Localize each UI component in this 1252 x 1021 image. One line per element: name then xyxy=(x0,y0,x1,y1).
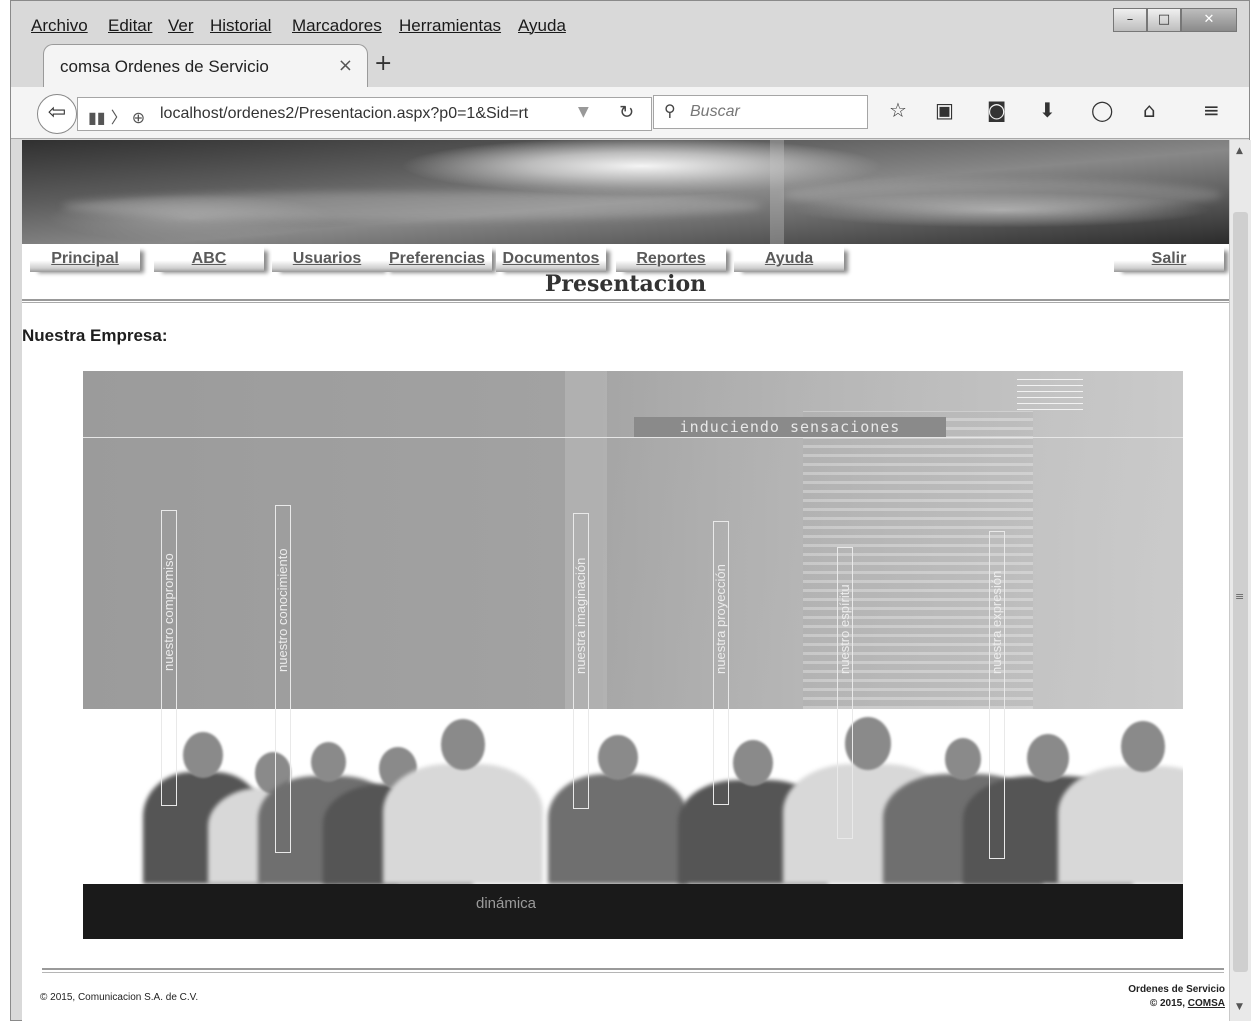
menu-ayuda[interactable]: Ayuda xyxy=(518,16,566,36)
team-photo xyxy=(83,709,1183,884)
vertical-label-espiritu: nuestro espíritu xyxy=(837,547,853,839)
nav-documentos-label: Documentos xyxy=(502,250,600,267)
person-head xyxy=(440,718,486,770)
person-head xyxy=(598,735,638,780)
library-icon[interactable]: ▮▮ 〉 ⊕ xyxy=(88,104,145,128)
browser-window: Archivo Editar Ver Historial Marcadores … xyxy=(10,0,1251,1021)
reading-list-icon[interactable]: ▣ xyxy=(935,98,954,122)
vertical-label-conocimiento: nuestro conocimiento xyxy=(275,505,291,853)
back-icon[interactable]: ⇦ xyxy=(37,94,77,134)
minimize-button[interactable]: – xyxy=(1113,8,1147,32)
menu-bar: Archivo Editar Ver Historial Marcadores … xyxy=(11,7,1249,39)
nav-salir[interactable]: Salir xyxy=(1114,246,1224,272)
chat-icon[interactable]: ◯ xyxy=(1091,98,1113,122)
reload-icon[interactable]: ↻ xyxy=(619,102,634,123)
presentation-collage: induciendo sensaciones nuestro compromis… xyxy=(83,371,1183,939)
nav-documentos[interactable]: Documentos xyxy=(496,246,606,272)
footer-app-name: Ordenes de Servicio xyxy=(1128,984,1225,995)
close-window-button[interactable]: ✕ xyxy=(1181,8,1237,32)
menu-marcadores[interactable]: Marcadores xyxy=(292,16,382,36)
vertical-label-compromiso: nuestro compromiso xyxy=(161,510,177,806)
address-bar[interactable]: ▮▮ 〉 ⊕ localhost/ordenes2/Presentacion.a… xyxy=(77,97,652,131)
pocket-icon[interactable]: ◙ xyxy=(987,98,1006,122)
hurricane-banner-image xyxy=(22,140,1229,244)
decorative-lines-icon xyxy=(1017,379,1083,413)
comsa-link[interactable]: COMSA xyxy=(1188,998,1225,1009)
person-body xyxy=(383,764,543,884)
dinamica-label: dinámica xyxy=(476,895,537,912)
nav-principal[interactable]: Principal xyxy=(30,246,140,272)
label-espiritu: nuestro espíritu xyxy=(837,584,852,674)
close-tab-icon[interactable]: × xyxy=(338,55,353,76)
person-body xyxy=(548,774,688,884)
search-icon: ⚲ xyxy=(664,101,676,120)
hamburger-menu-icon[interactable]: ≡ xyxy=(1203,98,1220,122)
nav-ayuda-label: Ayuda xyxy=(764,250,814,267)
vertical-label-expresion: nuestra expresión xyxy=(989,531,1005,859)
search-input[interactable]: ⚲ Buscar xyxy=(653,95,868,129)
nav-reportes-label: Reportes xyxy=(636,250,706,267)
footer-copyright-prefix: © 2015, xyxy=(1149,998,1188,1009)
collage-horizontal-line xyxy=(83,437,1183,438)
label-conocimiento: nuestro conocimiento xyxy=(275,548,290,672)
page-scrollbar[interactable]: ▲ ≡ ▼ xyxy=(1229,140,1251,1021)
label-compromiso: nuestro compromiso xyxy=(161,553,176,671)
page-viewport: Principal ABC Usuarios Preferencias Docu… xyxy=(22,140,1229,1021)
nav-abc-label: ABC xyxy=(191,250,227,267)
vertical-label-imaginacion: nuestra imaginación xyxy=(573,513,589,809)
title-divider xyxy=(22,299,1229,303)
menu-historial[interactable]: Historial xyxy=(210,16,271,36)
banner-stripe xyxy=(770,140,784,244)
label-proyeccion: nuestra proyección xyxy=(713,564,728,674)
nav-preferencias[interactable]: Preferencias xyxy=(382,246,492,272)
search-placeholder: Buscar xyxy=(690,103,740,120)
menu-editar[interactable]: Editar xyxy=(108,16,152,36)
tab-title: comsa Ordenes de Servicio xyxy=(60,57,269,76)
footer-copyright-line: © 2015, COMSA xyxy=(1128,997,1225,1011)
nav-salir-label: Salir xyxy=(1151,250,1187,267)
banner-cloud xyxy=(782,180,1222,210)
download-icon[interactable]: ⬇ xyxy=(1039,98,1056,122)
footer-divider xyxy=(42,968,1224,973)
collage-bottom-bar: dinámica xyxy=(83,884,1183,939)
url-dropdown-icon[interactable]: ▼ xyxy=(578,104,589,120)
banner-cloud xyxy=(62,192,762,220)
menu-archivo[interactable]: Archivo xyxy=(31,16,88,36)
scrollbar-grip-icon: ≡ xyxy=(1235,590,1245,603)
person-head xyxy=(1120,720,1166,772)
person-body xyxy=(1058,766,1183,884)
bookmark-star-icon[interactable]: ☆ xyxy=(889,98,907,122)
vertical-label-proyeccion: nuestra proyección xyxy=(713,521,729,805)
label-expresion: nuestra expresión xyxy=(989,570,1004,674)
page-title: Presentacion xyxy=(544,271,707,297)
footer-copyright: © 2015, Comunicacion S.A. de C.V. xyxy=(40,992,199,1003)
person-figure xyxy=(1058,709,1183,884)
footer-credits: Ordenes de Servicio © 2015, COMSA xyxy=(1128,983,1225,1011)
tagline: induciendo sensaciones xyxy=(634,417,946,437)
nav-principal-label: Principal xyxy=(51,250,119,267)
menu-herramientas[interactable]: Herramientas xyxy=(399,16,501,36)
scroll-up-icon[interactable]: ▲ xyxy=(1236,146,1243,156)
home-icon[interactable]: ⌂ xyxy=(1143,98,1156,122)
maximize-button[interactable]: □ xyxy=(1147,8,1181,32)
person-figure xyxy=(383,709,543,884)
nav-abc[interactable]: ABC xyxy=(154,246,264,272)
browser-tab[interactable]: comsa Ordenes de Servicio × xyxy=(43,44,368,88)
section-heading: Nuestra Empresa: xyxy=(22,326,168,345)
window-controls: – □ ✕ xyxy=(1113,8,1237,32)
nav-preferencias-label: Preferencias xyxy=(388,250,486,267)
nav-usuarios[interactable]: Usuarios xyxy=(272,246,382,272)
nav-reportes[interactable]: Reportes xyxy=(616,246,726,272)
person-figure xyxy=(548,709,688,884)
scroll-down-icon[interactable]: ▼ xyxy=(1236,1002,1243,1012)
new-tab-icon[interactable]: + xyxy=(374,51,392,76)
navigation-toolbar: ⇦ ▮▮ 〉 ⊕ localhost/ordenes2/Presentacion… xyxy=(11,87,1249,139)
url-text[interactable]: localhost/ordenes2/Presentacion.aspx?p0=… xyxy=(160,105,528,123)
menu-ver[interactable]: Ver xyxy=(168,16,194,36)
site-nav-menu: Principal ABC Usuarios Preferencias Docu… xyxy=(22,244,1229,274)
nav-ayuda[interactable]: Ayuda xyxy=(734,246,844,272)
label-imaginacion: nuestra imaginación xyxy=(573,557,588,674)
nav-usuarios-label: Usuarios xyxy=(292,250,362,267)
person-head xyxy=(732,739,774,786)
